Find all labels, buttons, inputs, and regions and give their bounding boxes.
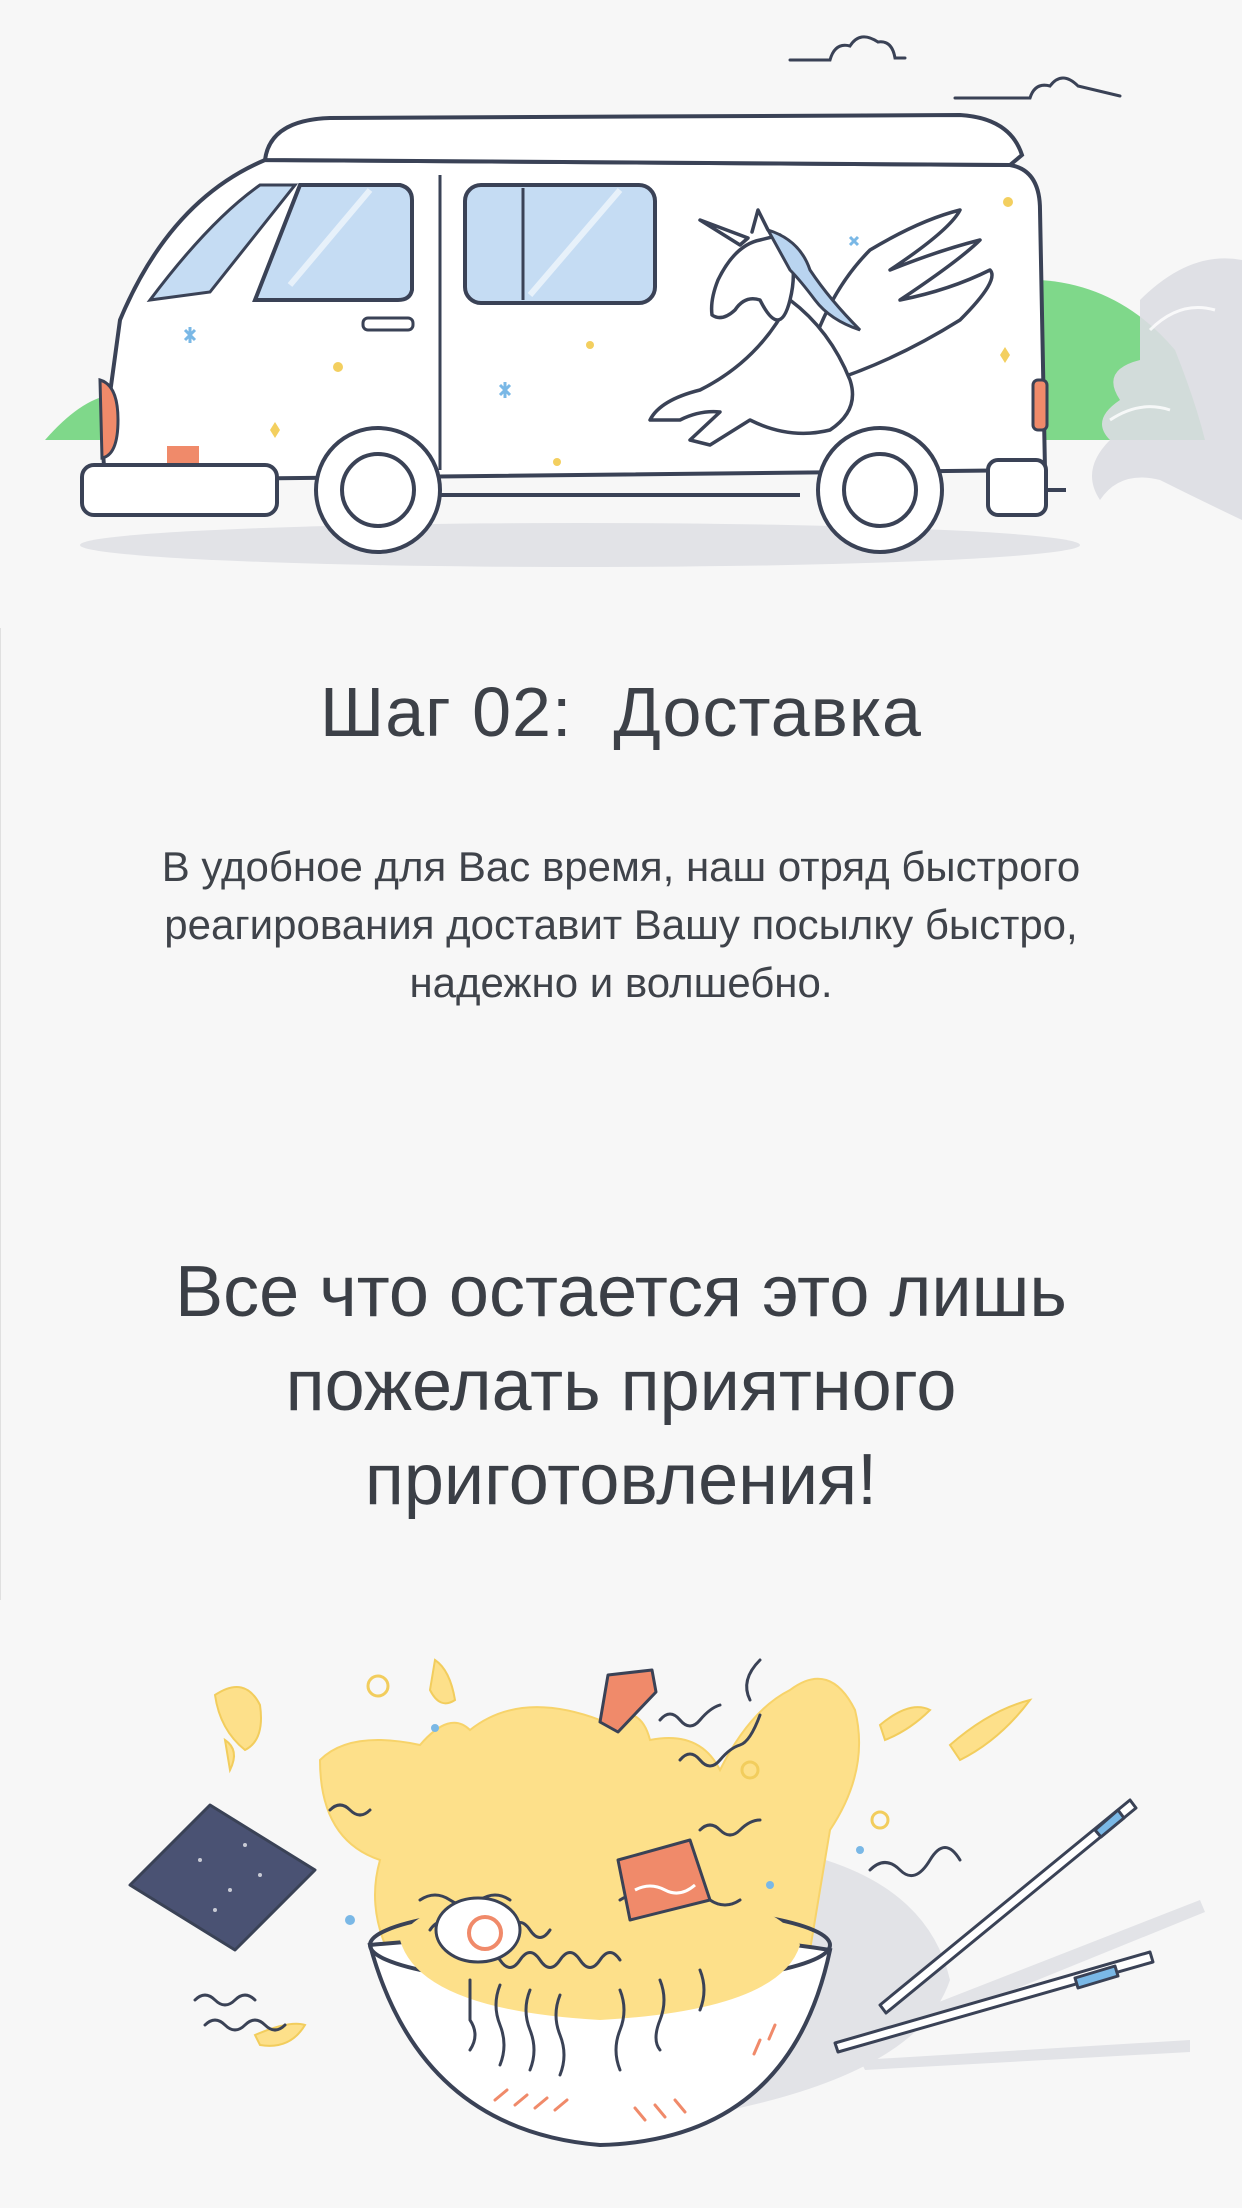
delivery-van-illustration (0, 0, 1242, 620)
closing-message: Все что остается это лишь пожелать прият… (175, 1252, 1067, 1520)
step-title: Шаг 02: Доставка (320, 673, 922, 751)
noodle-bowl-illustration (0, 1600, 1242, 2208)
delivery-step-screen: Шаг 02: Доставка В удобное для Вас время… (0, 0, 1242, 2208)
step-description: В удобное для Вас время, наш отряд быстр… (161, 843, 1081, 1006)
nori-icon (128, 1803, 317, 1952)
egg-icon (434, 1896, 522, 1964)
cloud-icon (788, 35, 1122, 100)
